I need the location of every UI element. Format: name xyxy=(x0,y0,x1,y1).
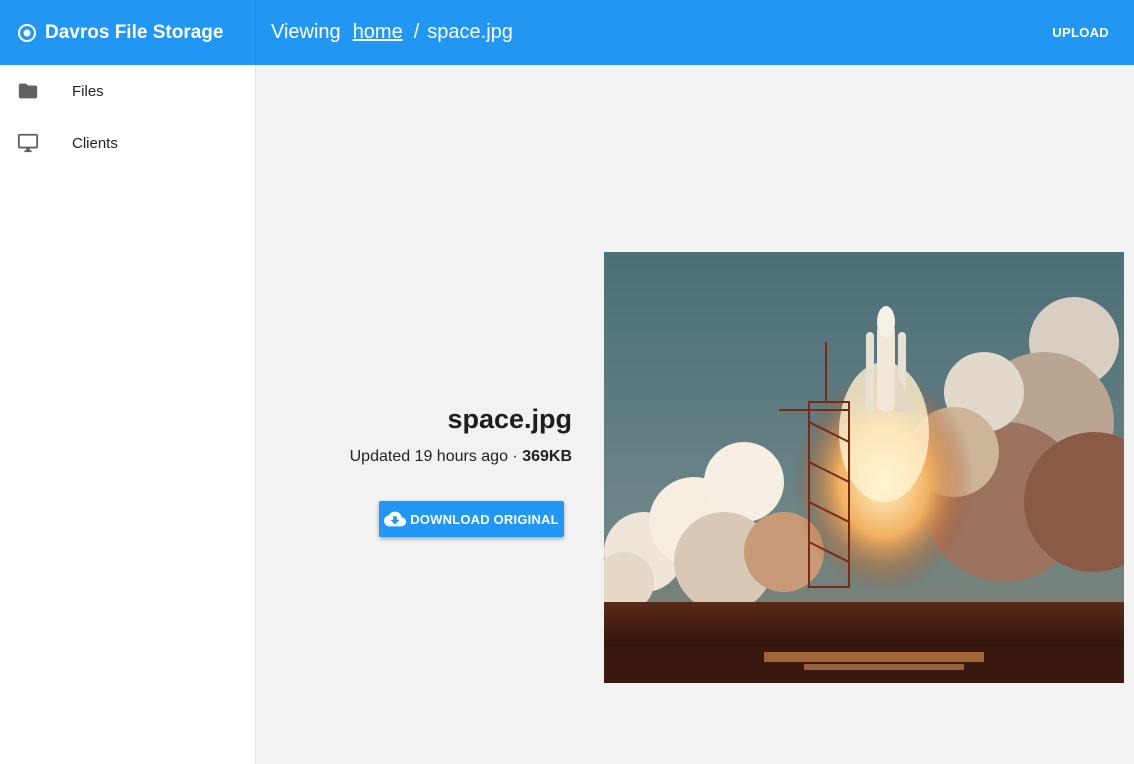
target-icon xyxy=(17,23,37,43)
folder-icon xyxy=(17,80,39,102)
file-meta: Updated 19 hours ago · 369KB xyxy=(350,448,572,466)
cloud-download-icon xyxy=(384,508,407,530)
file-preview-image xyxy=(604,252,1124,683)
breadcrumb-home-link[interactable]: home xyxy=(353,21,403,44)
sidebar-item-clients[interactable]: Clients xyxy=(0,117,255,169)
monitor-icon xyxy=(17,132,39,154)
updated-text: Updated 19 hours ago xyxy=(349,448,508,465)
sidebar-item-label: Clients xyxy=(72,134,118,152)
file-title: space.jpg xyxy=(447,404,572,434)
breadcrumb-separator: / xyxy=(413,21,420,43)
download-original-button[interactable]: DOWNLOAD ORIGINAL xyxy=(379,501,564,537)
file-info: space.jpg Updated 19 hours ago · 369KB xyxy=(350,402,572,466)
app-title: Davros File Storage xyxy=(45,21,224,43)
meta-separator: · xyxy=(507,448,523,465)
top-app-bar: Davros File Storage Viewing home / space… xyxy=(0,0,1134,65)
sidebar-item-files[interactable]: Files xyxy=(0,65,255,117)
breadcrumb: Viewing home / space.jpg xyxy=(271,0,513,65)
upload-button[interactable]: UPLOAD xyxy=(1052,0,1109,65)
viewing-label: Viewing xyxy=(271,21,341,43)
sidebar: Files Clients xyxy=(0,65,256,764)
sidebar-item-label: Files xyxy=(72,82,104,100)
download-label: DOWNLOAD ORIGINAL xyxy=(410,511,559,527)
file-size: 369KB xyxy=(522,448,572,465)
app-brand[interactable]: Davros File Storage xyxy=(0,0,256,65)
breadcrumb-current: space.jpg xyxy=(427,21,513,43)
